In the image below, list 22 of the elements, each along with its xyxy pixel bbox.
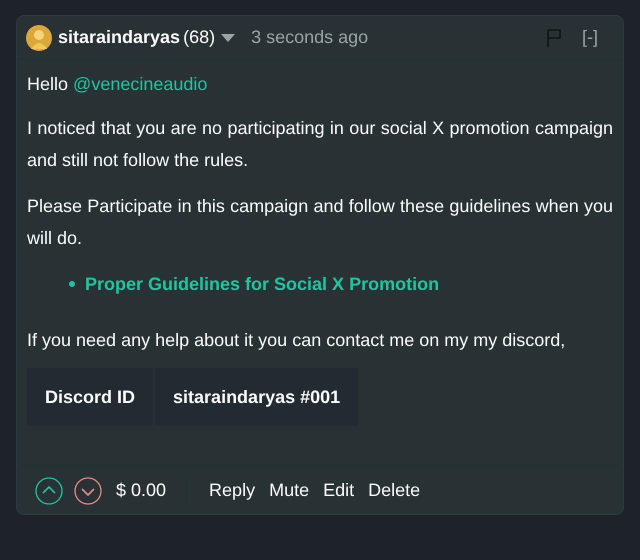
action-link[interactable]: Mute bbox=[269, 477, 310, 504]
avatar[interactable] bbox=[26, 24, 52, 50]
author-name[interactable]: sitaraindaryas bbox=[58, 24, 180, 51]
mention-link[interactable]: @venecineaudio bbox=[73, 74, 208, 94]
table-cell: Discord ID bbox=[27, 368, 154, 426]
downvote-icon[interactable] bbox=[74, 476, 102, 504]
action-link[interactable]: Edit bbox=[323, 477, 354, 504]
payout[interactable]: $ 0.00 bbox=[116, 477, 188, 504]
paragraph: Please Participate in this campaign and follow these guidelines when you will do. bbox=[27, 195, 613, 250]
greeting: Hello @venecineaudio bbox=[27, 73, 208, 96]
upvote-icon[interactable] bbox=[35, 476, 63, 504]
timestamp[interactable]: 3 seconds ago bbox=[251, 24, 368, 51]
paragraph: I noticed that you are no participating in our social X promotion campaign and still not follow the rules. bbox=[27, 117, 613, 172]
action-link[interactable]: Reply bbox=[209, 477, 256, 504]
action-link[interactable]: Delete bbox=[368, 477, 420, 504]
guidelines-link[interactable]: Proper Guidelines for Social X Promotion bbox=[85, 268, 440, 300]
reputation: (68) bbox=[183, 26, 216, 49]
bullet-icon bbox=[69, 281, 75, 287]
collapse-toggle[interactable]: [-] bbox=[582, 24, 598, 51]
table-cell: sitaraindaryas #001 bbox=[155, 368, 358, 426]
paragraph: If you need any help about it you can contact me on my my discord, bbox=[27, 329, 566, 352]
caret-icon[interactable] bbox=[221, 34, 236, 42]
